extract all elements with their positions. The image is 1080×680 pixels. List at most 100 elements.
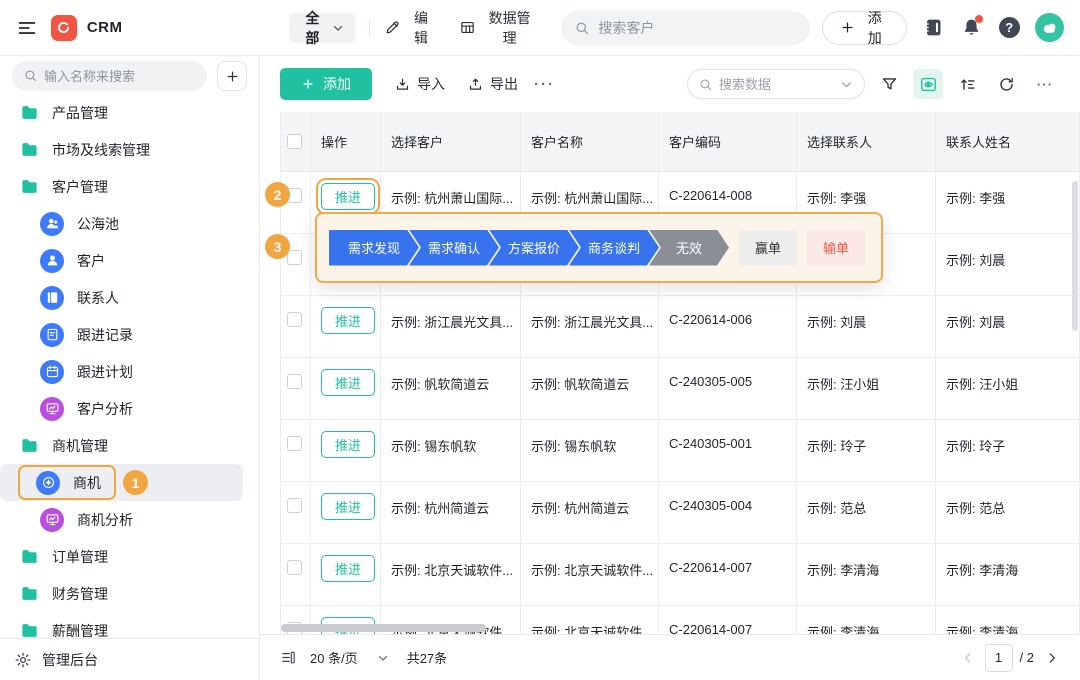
sidebar-item-opportunity[interactable]: 商机 1 — [0, 464, 243, 501]
action-cell: 推进 — [311, 420, 381, 481]
table-row: 推进 示例: 帆软简道云 示例: 帆软简道云 C-240305-005 示例: … — [281, 358, 1080, 420]
avatar[interactable] — [1035, 13, 1064, 42]
help-button[interactable]: ? — [998, 17, 1020, 39]
folder-icon — [20, 140, 39, 159]
prev-page-button[interactable] — [960, 650, 976, 666]
advance-button[interactable]: 推进 — [321, 555, 375, 582]
contact-name-cell: 示例: 汪小姐 — [936, 358, 1080, 419]
sidebar-item-analysis[interactable]: 商机分析 — [0, 501, 259, 538]
sidebar-search-input[interactable] — [12, 61, 207, 91]
sidebar-item-plan[interactable]: 跟进计划 — [0, 353, 259, 390]
customer-search-input[interactable] — [598, 20, 797, 36]
sidebar-item-folder[interactable]: 产品管理 — [0, 94, 259, 131]
sidebar-item-record[interactable]: 跟进记录 — [0, 316, 259, 353]
add-record-button[interactable]: 添加 — [280, 68, 372, 100]
row-checkbox[interactable] — [287, 436, 302, 451]
data-manage-button[interactable]: 数据管理 — [459, 8, 538, 48]
chevron-down-icon[interactable] — [376, 651, 390, 665]
collapse-menu-icon[interactable] — [16, 17, 38, 39]
win-button[interactable]: 赢单 — [739, 230, 797, 266]
gear-icon — [14, 651, 32, 669]
column-header[interactable]: 客户编码 — [659, 112, 797, 171]
sidebar-item-folder[interactable]: 商机管理 — [0, 427, 259, 464]
column-header[interactable]: 操作 — [311, 112, 381, 171]
table-more-button[interactable]: ··· — [1030, 69, 1060, 99]
column-header[interactable]: 选择联系人 — [797, 112, 936, 171]
import-button[interactable]: 导入 — [394, 74, 445, 94]
page-size-value[interactable]: 20 条/页 — [310, 648, 358, 667]
sidebar-search-row — [0, 56, 259, 92]
sidebar-item-analysis[interactable]: 客户分析 — [0, 390, 259, 427]
customer-search[interactable] — [561, 11, 810, 45]
refresh-button[interactable] — [991, 69, 1021, 99]
sidebar-item-folder[interactable]: 财务管理 — [0, 575, 259, 612]
top-add-button[interactable]: 添加 — [822, 11, 907, 45]
row-checkbox[interactable] — [287, 560, 302, 575]
vertical-scrollbar[interactable] — [1072, 181, 1078, 331]
row-checkbox[interactable] — [287, 498, 302, 513]
sidebar-item-folder[interactable]: 市场及线索管理 — [0, 131, 259, 168]
advance-button[interactable]: 推进 — [321, 493, 375, 520]
advance-button[interactable]: 推进 — [321, 431, 375, 458]
data-search-input[interactable] — [719, 77, 833, 92]
notification-dot — [975, 15, 983, 23]
notifications-button[interactable] — [960, 17, 982, 39]
sidebar-add-button[interactable] — [217, 61, 247, 91]
search-icon — [23, 68, 38, 83]
contact-select-cell: 示例: 汪小姐 — [797, 358, 936, 419]
scope-dropdown[interactable]: 全部 — [289, 13, 356, 43]
question-icon: ? — [999, 17, 1020, 38]
horizontal-scrollbar[interactable] — [281, 624, 486, 632]
sidebar-item-folder[interactable]: 客户管理 — [0, 168, 259, 205]
sidebar-search[interactable] — [12, 61, 207, 91]
contact-name-cell: 示例: 刘晨 — [936, 234, 1080, 295]
select-all-checkbox[interactable] — [287, 134, 302, 149]
lose-button[interactable]: 输单 — [807, 230, 865, 266]
row-checkbox[interactable] — [287, 374, 302, 389]
pagination-bar: 20 条/页 共27条 1 / 2 — [260, 634, 1080, 680]
sidebar-item-user[interactable]: 客户 — [0, 242, 259, 279]
data-search[interactable] — [687, 69, 865, 99]
advance-button[interactable]: 推进 — [321, 183, 375, 210]
more-actions-button[interactable]: ··· — [534, 76, 555, 93]
current-page-input[interactable]: 1 — [985, 644, 1013, 672]
notebook-button[interactable] — [923, 17, 945, 39]
sidebar-item-users[interactable]: 公海池 — [0, 205, 259, 242]
stage-chevron[interactable]: 商务谈判 — [569, 230, 659, 266]
edit-button[interactable]: 编辑 — [384, 8, 435, 48]
advance-button[interactable]: 推进 — [321, 307, 375, 334]
action-cell: 推进 — [311, 482, 381, 543]
chevron-down-icon — [839, 77, 854, 92]
admin-console[interactable]: 管理后台 — [0, 638, 259, 680]
sidebar-item-contacts[interactable]: 联系人 — [0, 279, 259, 316]
stage-chevron[interactable]: 需求确认 — [409, 230, 499, 266]
row-checkbox[interactable] — [287, 250, 302, 265]
advance-button[interactable]: 推进 — [321, 369, 375, 396]
action-cell: 推进 — [311, 544, 381, 605]
row-checkbox-cell — [281, 420, 311, 481]
view-settings-button[interactable] — [913, 69, 943, 99]
top-bar: CRM 全部 编辑 数据管理 添加 ? — [0, 0, 1080, 56]
customer-select-cell: 示例: 浙江晨光文具... — [381, 296, 521, 357]
export-icon — [467, 76, 484, 93]
row-checkbox[interactable] — [287, 312, 302, 327]
table-row: 推进 示例: 杭州简道云 示例: 杭州简道云 C-240305-004 示例: … — [281, 482, 1080, 544]
sidebar-item-folder[interactable]: 订单管理 — [0, 538, 259, 575]
stage-chevron-invalid[interactable]: 无效 — [649, 230, 729, 266]
filter-button[interactable] — [874, 69, 904, 99]
column-header[interactable]: 客户名称 — [521, 112, 659, 171]
sort-button[interactable] — [952, 69, 982, 99]
stage-chevron[interactable]: 方案报价 — [489, 230, 579, 266]
contact-select-cell: 示例: 玲子 — [797, 420, 936, 481]
analysis-icon — [40, 508, 64, 532]
stage-chevron[interactable]: 需求发现 — [329, 230, 419, 266]
customer-name-cell: 示例: 浙江晨光文具... — [521, 296, 659, 357]
next-page-button[interactable] — [1044, 650, 1060, 666]
row-checkbox-cell — [281, 296, 311, 357]
table-header-row: 操作选择客户客户名称客户编码选择联系人联系人姓名 — [281, 112, 1080, 172]
column-header[interactable]: 联系人姓名 — [936, 112, 1080, 171]
export-button[interactable]: 导出 — [467, 74, 518, 94]
column-header[interactable]: 选择客户 — [381, 112, 521, 171]
stage-bar: 需求发现需求确认方案报价商务谈判无效 — [329, 230, 729, 266]
record-icon — [40, 323, 64, 347]
